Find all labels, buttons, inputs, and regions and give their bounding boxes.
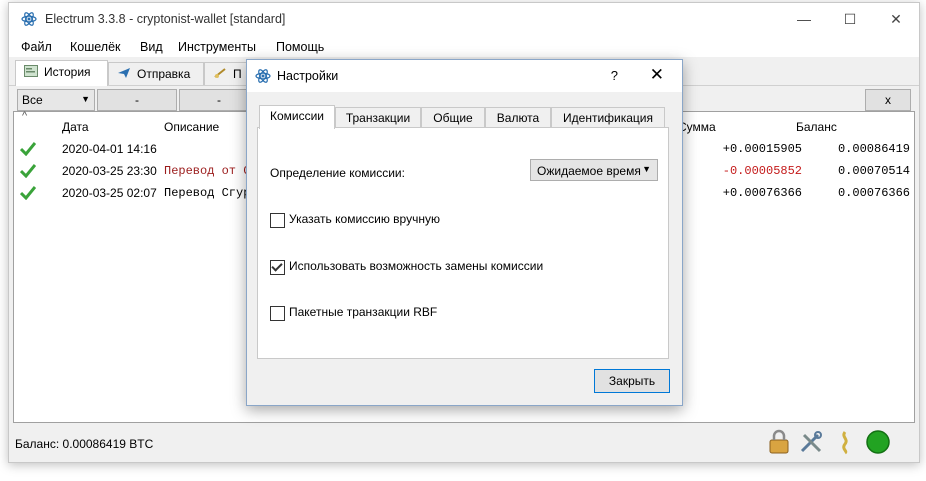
electrum-logo-icon	[21, 12, 37, 26]
dialog-close-button[interactable]: ✕	[650, 65, 664, 85]
row-amount: +0.00076366	[722, 186, 802, 200]
balance-status: Баланс: 0.00086419 BTC	[15, 437, 154, 451]
settings-dialog: Настройки ? ✕ Комиссии Транзакции Общие …	[246, 59, 683, 406]
menu-help[interactable]: Помощь	[276, 40, 324, 54]
confirmed-check-icon	[20, 186, 36, 200]
close-window-button[interactable]: ✕	[873, 3, 919, 35]
row-description: Перевод Сгур	[164, 186, 251, 200]
receive-icon	[214, 68, 226, 78]
menu-bar: Файл Кошелёк Вид Инструменты Помощь	[9, 35, 919, 57]
confirmed-check-icon	[20, 142, 36, 156]
row-date: 2020-03-25 02:07	[62, 186, 157, 200]
manual-fee-checkbox[interactable]	[270, 213, 285, 228]
fees-panel: Определение комиссии: Ожидаемое время ▼ …	[257, 127, 669, 359]
tab-send-label: Отправка	[137, 67, 191, 81]
row-balance: 0.00086419	[837, 142, 910, 156]
batch-rbf-checkbox[interactable]	[270, 306, 285, 321]
close-settings-button[interactable]: Закрыть	[594, 369, 670, 393]
help-button[interactable]: ?	[611, 68, 618, 83]
filter-clear-button[interactable]: x	[865, 89, 911, 111]
history-icon	[24, 65, 38, 77]
menu-tools[interactable]: Инструменты	[178, 40, 256, 54]
minimize-icon: —	[797, 11, 811, 27]
tab-history-label: История	[44, 65, 91, 79]
fee-estimation-label: Определение комиссии:	[270, 166, 405, 180]
dialog-title: Настройки	[277, 69, 339, 83]
settings-tabs: Комиссии Транзакции Общие Валюта Идентиф…	[257, 105, 669, 129]
fee-estimation-value: Ожидаемое время	[537, 164, 641, 178]
tab-receive-label: П	[233, 67, 242, 81]
dialog-title-bar: Настройки ? ✕	[247, 60, 682, 92]
electrum-logo-icon	[255, 69, 271, 83]
row-date: 2020-04-01 14:16	[62, 142, 157, 156]
filter-select[interactable]: Все ▼	[17, 89, 95, 111]
row-amount: -0.00005852	[722, 164, 802, 178]
chevron-down-icon: ▼	[81, 94, 90, 104]
menu-file[interactable]: Файл	[21, 40, 52, 54]
window-title: Electrum 3.3.8 - cryptonist-wallet [stan…	[45, 12, 286, 26]
tab-currency[interactable]: Валюта	[485, 107, 551, 128]
menu-view[interactable]: Вид	[140, 40, 163, 54]
seed-icon[interactable]	[832, 429, 858, 455]
preferences-tools-icon[interactable]	[798, 429, 824, 455]
tab-identity[interactable]: Идентификация	[551, 107, 665, 128]
lock-icon[interactable]	[766, 429, 792, 455]
sort-indicator-icon: ^	[22, 110, 28, 122]
tab-general[interactable]: Общие	[421, 107, 485, 128]
menu-wallet[interactable]: Кошелёк	[70, 40, 121, 54]
fee-estimation-select[interactable]: Ожидаемое время ▼	[530, 159, 658, 181]
row-description: Перевод от С	[164, 164, 251, 178]
maximize-icon: ☐	[843, 11, 857, 27]
header-date[interactable]: Дата	[62, 120, 89, 134]
tab-transactions[interactable]: Транзакции	[335, 107, 421, 128]
header-description[interactable]: Описание	[164, 120, 219, 134]
title-bar: Electrum 3.3.8 - cryptonist-wallet [stan…	[9, 3, 919, 35]
tab-send[interactable]: Отправка	[108, 62, 204, 85]
replace-by-fee-checkbox[interactable]	[270, 260, 285, 275]
header-amount[interactable]: Сумма	[678, 120, 716, 134]
network-status-icon[interactable]	[865, 429, 891, 455]
filter-start-button[interactable]: -	[97, 89, 177, 111]
row-balance: 0.00076366	[837, 186, 910, 200]
row-amount: +0.00015905	[722, 142, 802, 156]
batch-rbf-label[interactable]: Пакетные транзакции RBF	[289, 305, 437, 319]
row-date: 2020-03-25 23:30	[62, 164, 157, 178]
maximize-button[interactable]: ☐	[827, 3, 873, 35]
tab-history[interactable]: История	[15, 60, 108, 86]
confirmed-check-icon	[20, 164, 36, 178]
close-icon: ✕	[890, 11, 902, 27]
minimize-button[interactable]: —	[781, 3, 827, 35]
tab-fees[interactable]: Комиссии	[259, 105, 335, 129]
filter-select-value: Все	[22, 93, 43, 107]
send-icon	[118, 68, 130, 78]
status-bar: Баланс: 0.00086419 BTC	[9, 423, 919, 461]
header-balance[interactable]: Баланс	[796, 120, 837, 134]
chevron-down-icon: ▼	[642, 164, 651, 174]
manual-fee-label[interactable]: Указать комиссию вручную	[289, 212, 440, 226]
row-balance: 0.00070514	[837, 164, 910, 178]
replace-by-fee-label[interactable]: Использовать возможность замены комиссии	[289, 259, 543, 273]
